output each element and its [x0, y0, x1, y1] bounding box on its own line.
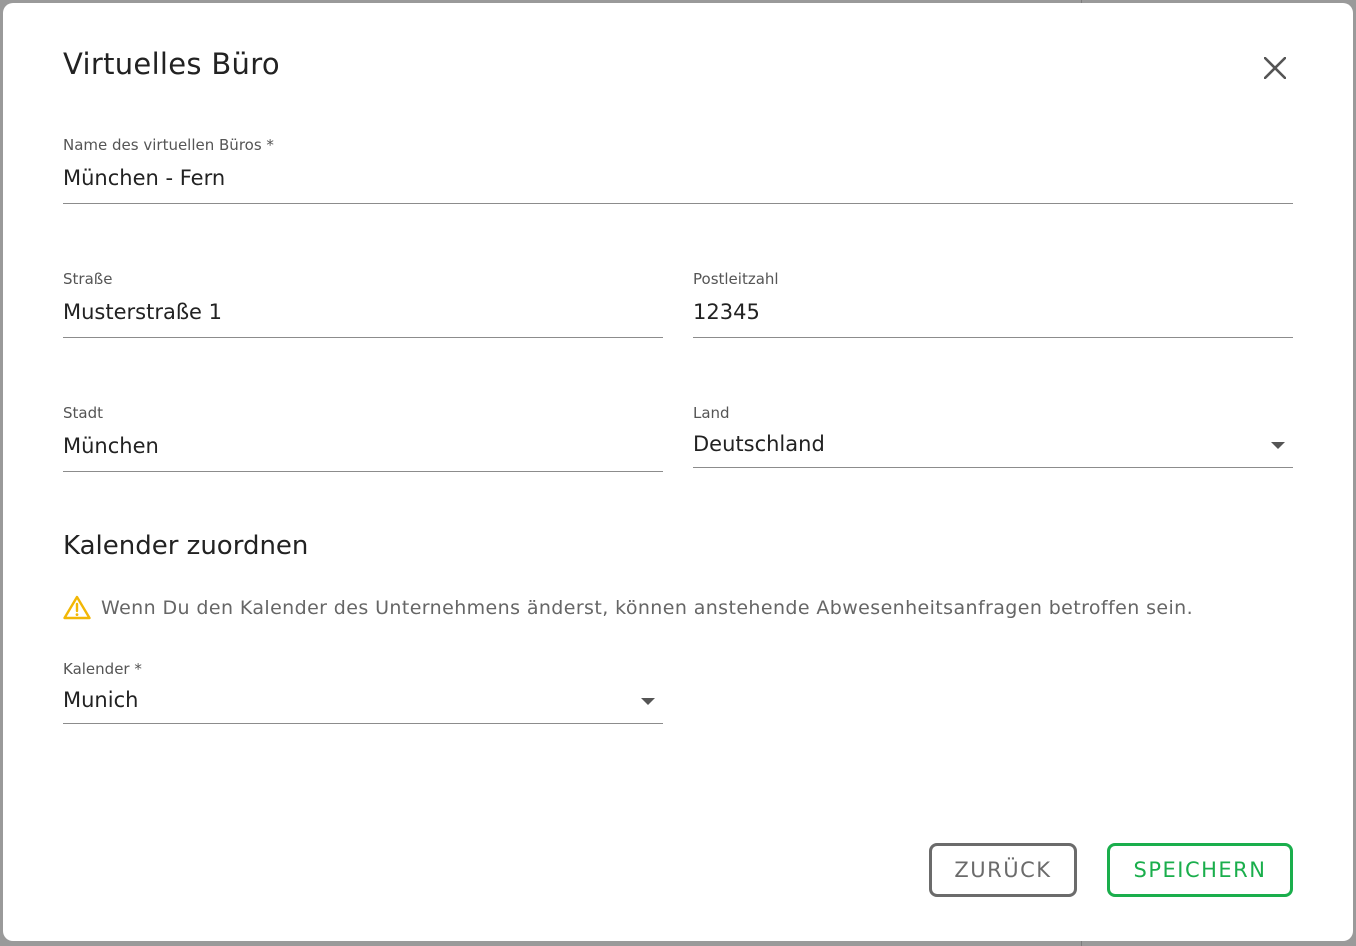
office-name-input[interactable]: München - Fern — [63, 166, 225, 190]
calendar-warning: Wenn Du den Kalender des Unternehmens än… — [63, 595, 1193, 620]
office-name-underline — [63, 203, 1293, 204]
street-input[interactable]: Musterstraße 1 — [63, 300, 222, 324]
chevron-down-icon[interactable] — [641, 698, 655, 705]
office-name-field[interactable]: Name des virtuellen Büros * München - Fe… — [63, 136, 1293, 204]
calendar-section-title: Kalender zuordnen — [63, 531, 309, 561]
close-icon — [1264, 57, 1286, 79]
street-field[interactable]: Straße Musterstraße 1 — [63, 270, 663, 338]
street-underline — [63, 337, 663, 338]
zip-input[interactable]: 12345 — [693, 300, 760, 324]
city-underline — [63, 471, 663, 472]
country-label: Land — [693, 404, 730, 422]
calendar-select[interactable]: Kalender * Munich — [63, 660, 663, 724]
office-name-label: Name des virtuellen Büros * — [63, 136, 274, 154]
calendar-value[interactable]: Munich — [63, 688, 138, 712]
close-button[interactable] — [1257, 50, 1293, 86]
warning-icon — [63, 595, 91, 620]
zip-field[interactable]: Postleitzahl 12345 — [693, 270, 1293, 338]
calendar-label: Kalender * — [63, 660, 142, 678]
save-button[interactable]: SPEICHERN — [1107, 843, 1293, 897]
city-input[interactable]: München — [63, 434, 159, 458]
virtual-office-dialog: Virtuelles Büro Name des virtuellen Büro… — [3, 3, 1353, 941]
city-field[interactable]: Stadt München — [63, 404, 663, 472]
warning-text: Wenn Du den Kalender des Unternehmens än… — [101, 596, 1194, 619]
chevron-down-icon[interactable] — [1271, 442, 1285, 449]
back-button[interactable]: ZURÜCK — [929, 843, 1077, 897]
zip-label: Postleitzahl — [693, 270, 779, 288]
dialog-title: Virtuelles Büro — [63, 47, 280, 81]
calendar-underline — [63, 723, 663, 724]
country-value[interactable]: Deutschland — [693, 432, 825, 456]
country-select[interactable]: Land Deutschland — [693, 404, 1293, 468]
backdrop-divider — [1081, 941, 1082, 946]
street-label: Straße — [63, 270, 113, 288]
zip-underline — [693, 337, 1293, 338]
city-label: Stadt — [63, 404, 103, 422]
country-underline — [693, 467, 1293, 468]
